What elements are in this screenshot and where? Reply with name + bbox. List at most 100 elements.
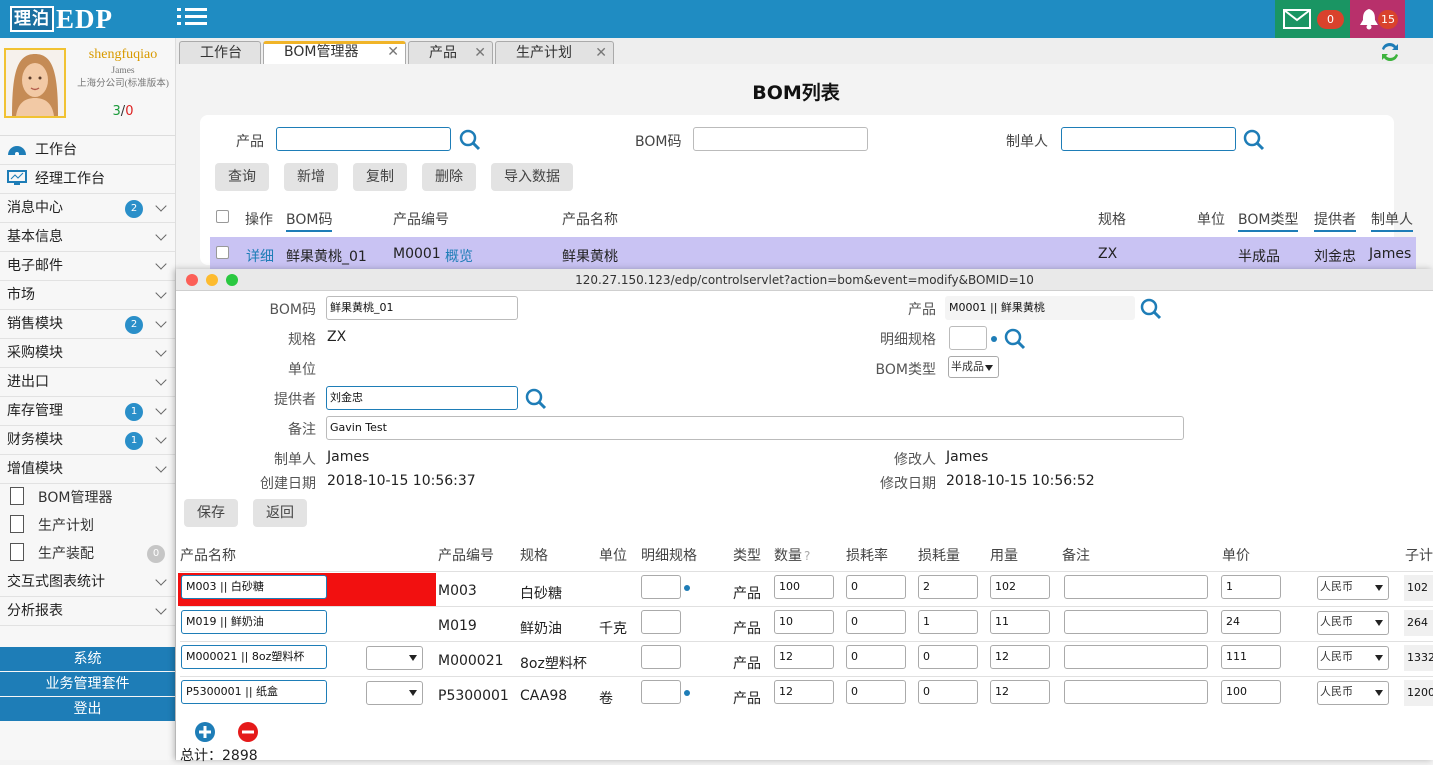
item-detail-spec-input[interactable]	[641, 575, 681, 599]
search-icon[interactable]	[336, 681, 358, 703]
minimize-window-button[interactable]	[206, 274, 218, 286]
col-bom-type[interactable]: BOM类型	[1238, 209, 1299, 232]
item-loss-qty-input[interactable]: 2	[918, 575, 978, 599]
product-input[interactable]: M0001 || 鲜果黄桃	[945, 296, 1135, 320]
search-icon[interactable]	[1288, 646, 1310, 668]
item-name-input[interactable]: P5300001 || 纸盒	[181, 680, 327, 704]
system-button[interactable]: 系统	[0, 647, 175, 671]
item-qty-input[interactable]: 10	[774, 610, 834, 634]
tab-production-plan[interactable]: 生产计划 ✕	[495, 41, 614, 64]
item-loss-rate-input[interactable]: 0	[846, 645, 906, 669]
table-row[interactable]	[210, 237, 1416, 269]
item-price-input[interactable]: 24	[1221, 610, 1281, 634]
item-name-input[interactable]: M019 || 鲜奶油	[181, 610, 327, 634]
search-icon[interactable]	[698, 681, 720, 703]
item-usage-input[interactable]: 12	[990, 680, 1050, 704]
detail-link[interactable]: 详细	[246, 246, 274, 266]
remove-row-icon[interactable]	[237, 721, 259, 743]
search-icon[interactable]	[1243, 129, 1265, 151]
search-icon[interactable]	[698, 611, 720, 633]
search-icon[interactable]	[698, 576, 720, 598]
sidebar-item-9[interactable]: 库存管理 1	[0, 397, 175, 426]
item-qty-input[interactable]: 100	[774, 575, 834, 599]
close-window-button[interactable]	[186, 274, 198, 286]
close-icon[interactable]: ✕	[474, 42, 486, 64]
item-detail-spec-input[interactable]	[641, 680, 681, 704]
sidebar-item-6[interactable]: 销售模块 2	[0, 310, 175, 339]
sidebar-item-1[interactable]: 经理工作台	[0, 165, 175, 194]
currency-select[interactable]: 人民币	[1317, 646, 1389, 670]
select-all-checkbox[interactable]	[216, 210, 229, 223]
remark-input[interactable]: Gavin Test	[326, 416, 1184, 440]
search-icon[interactable]	[1288, 681, 1310, 703]
notifications-button[interactable]: 15	[1350, 0, 1405, 38]
sidebar-item-extra-0[interactable]: 交互式图表统计	[0, 568, 175, 597]
help-icon[interactable]: ?	[804, 549, 810, 563]
sidebar-item-4[interactable]: 电子邮件	[0, 252, 175, 281]
item-detail-spec-input[interactable]	[641, 610, 681, 634]
sidebar-item-5[interactable]: 市场	[0, 281, 175, 310]
avatar[interactable]	[4, 48, 66, 118]
search-icon[interactable]	[525, 388, 547, 410]
item-loss-rate-input[interactable]: 0	[846, 575, 906, 599]
search-icon[interactable]	[1288, 576, 1310, 598]
item-loss-qty-input[interactable]: 0	[918, 680, 978, 704]
item-loss-rate-input[interactable]: 0	[846, 610, 906, 634]
variant-select[interactable]	[366, 681, 423, 705]
menu-toggle-icon[interactable]	[177, 8, 207, 30]
col-provider[interactable]: 提供者	[1314, 209, 1356, 232]
item-loss-rate-input[interactable]: 0	[846, 680, 906, 704]
sidebar-item-11[interactable]: 增值模块	[0, 455, 175, 484]
sidebar-item-10[interactable]: 财务模块 1	[0, 426, 175, 455]
search-icon[interactable]	[336, 611, 358, 633]
provider-input[interactable]: 刘金忠	[326, 386, 518, 410]
sidebar-item-3[interactable]: 基本信息	[0, 223, 175, 252]
delete-button[interactable]: 删除	[422, 163, 476, 191]
item-usage-input[interactable]: 102	[990, 575, 1050, 599]
creator-search-input[interactable]	[1061, 127, 1236, 151]
item-price-input[interactable]: 1	[1221, 575, 1281, 599]
item-usage-input[interactable]: 12	[990, 645, 1050, 669]
refresh-icon[interactable]	[1379, 41, 1401, 63]
item-detail-spec-input[interactable]	[641, 645, 681, 669]
close-icon[interactable]: ✕	[595, 42, 607, 64]
tab-workbench[interactable]: 工作台	[179, 41, 261, 64]
currency-select[interactable]: 人民币	[1317, 681, 1389, 705]
item-remark-input[interactable]	[1064, 610, 1208, 634]
add-button[interactable]: 新增	[284, 163, 338, 191]
logout-button[interactable]: 登出	[0, 697, 175, 721]
item-remark-input[interactable]	[1064, 575, 1208, 599]
item-qty-input[interactable]: 12	[774, 680, 834, 704]
item-usage-input[interactable]: 11	[990, 610, 1050, 634]
search-icon[interactable]	[336, 646, 358, 668]
item-remark-input[interactable]	[1064, 680, 1208, 704]
search-icon[interactable]	[1140, 298, 1162, 320]
sidebar-item-2[interactable]: 消息中心 2	[0, 194, 175, 223]
search-icon[interactable]	[1288, 611, 1310, 633]
detail-spec-input[interactable]	[949, 326, 987, 350]
item-price-input[interactable]: 111	[1221, 645, 1281, 669]
search-icon[interactable]	[1004, 328, 1026, 350]
bom-code-input[interactable]: 鲜果黄桃_01	[326, 296, 518, 320]
overview-link[interactable]: 概览	[445, 246, 473, 266]
item-loss-qty-input[interactable]: 1	[918, 610, 978, 634]
add-row-icon[interactable]	[194, 721, 216, 743]
tab-bom-manager[interactable]: BOM管理器 ✕	[263, 41, 406, 65]
item-loss-qty-input[interactable]: 0	[918, 645, 978, 669]
search-icon[interactable]	[459, 129, 481, 151]
copy-button[interactable]: 复制	[353, 163, 407, 191]
bom-type-select[interactable]: 半成品	[948, 356, 999, 378]
mail-button[interactable]: 0	[1275, 0, 1350, 38]
app-logo[interactable]: 理泊 EDP	[10, 4, 113, 34]
col-creator[interactable]: 制单人	[1371, 209, 1413, 232]
save-button[interactable]: 保存	[184, 499, 238, 527]
business-suite-button[interactable]: 业务管理套件	[0, 672, 175, 696]
sidebar-item-8[interactable]: 进出口	[0, 368, 175, 397]
variant-select[interactable]	[366, 646, 423, 670]
close-icon[interactable]: ✕	[387, 41, 399, 63]
item-qty-input[interactable]: 12	[774, 645, 834, 669]
user-name[interactable]: shengfuqiao	[70, 47, 176, 63]
import-button[interactable]: 导入数据	[491, 163, 573, 191]
bomcode-search-input[interactable]	[693, 127, 868, 151]
search-icon[interactable]	[336, 576, 358, 598]
